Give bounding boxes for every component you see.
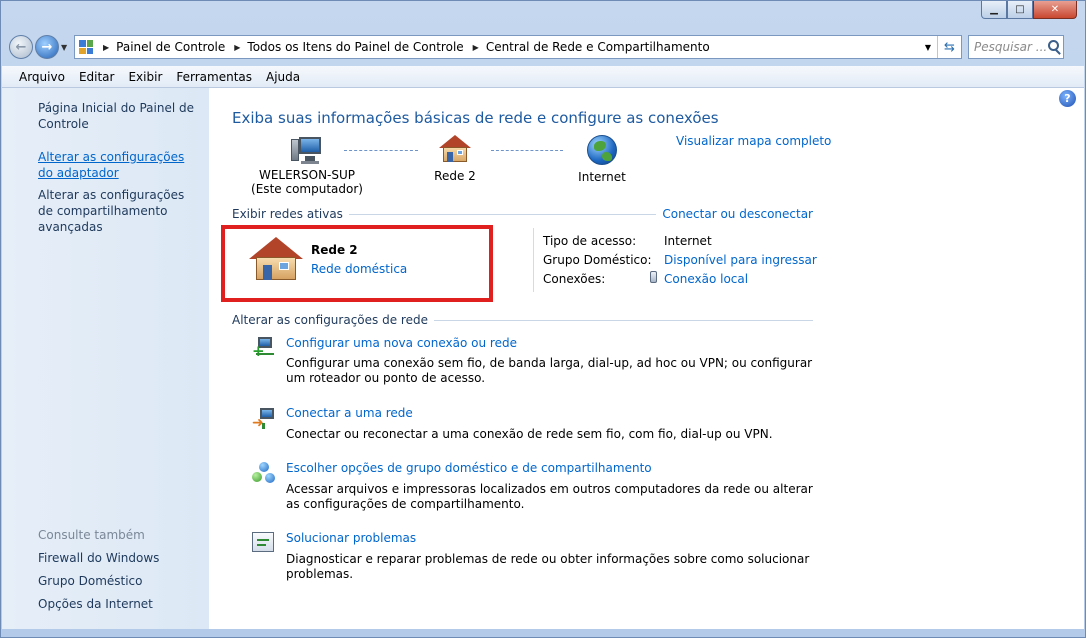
task-connect-network-link[interactable]: Conectar a uma rede (286, 406, 413, 420)
client-area: Página Inicial do Painel de Controle Alt… (2, 88, 1084, 629)
page-title: Exiba suas informações básicas de rede e… (232, 109, 719, 127)
node-computer: WELERSON-SUP (Este computador) (248, 135, 366, 196)
computer-icon (291, 135, 323, 165)
node-internet-name: Internet (578, 170, 626, 184)
node-network[interactable]: Rede 2 (420, 135, 490, 183)
task-homegroup-link[interactable]: Escolher opções de grupo doméstico e de … (286, 461, 652, 475)
network-connection-line (344, 150, 418, 151)
menu-exibir[interactable]: Exibir (121, 70, 169, 84)
address-bar[interactable]: ▶ Painel de Controle ▶ Todos os Itens do… (74, 35, 962, 59)
menu-ajuda[interactable]: Ajuda (259, 70, 307, 84)
see-also-heading: Consulte também (38, 528, 145, 542)
breadcrumb-network-center[interactable]: Central de Rede e Compartilhamento (486, 40, 710, 54)
refresh-icon[interactable]: ⇆ (937, 36, 961, 58)
task-new-connection-desc: Configurar uma conexão sem fio, de banda… (286, 356, 813, 385)
explorer-window: ▁ □ ✕ ← → ▼ ▶ Painel de Controle ▶ Todos… (0, 0, 1086, 638)
section-divider (433, 319, 813, 321)
search-placeholder: Pesquisar ... (974, 40, 1048, 54)
main-panel: Exiba suas informações básicas de rede e… (221, 88, 1082, 629)
home-network-icon (249, 237, 303, 281)
forward-button[interactable]: → (35, 35, 59, 59)
breadcrumb-control-panel[interactable]: Painel de Controle (116, 40, 225, 54)
local-connection-link[interactable]: Conexão local (664, 272, 748, 286)
access-type-value: Internet (664, 234, 712, 248)
back-button[interactable]: ← (9, 35, 33, 59)
home-network-icon (439, 135, 471, 163)
task-new-connection-link[interactable]: Configurar uma nova conexão ou rede (286, 336, 517, 350)
sidebar-link-sharing-settings[interactable]: Alterar as configurações de compartilham… (38, 187, 203, 235)
search-icon[interactable] (1048, 40, 1059, 51)
homegroup-link[interactable]: Disponível para ingressar (664, 253, 817, 267)
breadcrumb-separator-icon[interactable]: ▶ (234, 43, 240, 52)
homegroup-sharing-icon[interactable] (252, 462, 276, 484)
task-homegroup-desc: Acessar arquivos e impressoras localizad… (286, 482, 813, 511)
active-networks-label: Exibir redes ativas (232, 207, 343, 221)
new-connection-icon[interactable]: + (252, 336, 276, 359)
breadcrumb-all-items[interactable]: Todos os Itens do Painel de Controle (247, 40, 463, 54)
maximize-icon[interactable]: □ (1007, 1, 1033, 19)
view-full-map-link[interactable]: Visualizar mapa completo (676, 134, 831, 148)
vertical-divider (533, 228, 534, 292)
breadcrumb-separator-icon[interactable]: ▶ (103, 43, 109, 52)
node-internet[interactable]: Internet (566, 135, 638, 184)
menu-bar: Arquivo Editar Exibir Ferramentas Ajuda (2, 66, 1084, 88)
troubleshoot-icon[interactable] (252, 532, 274, 552)
node-computer-name: WELERSON-SUP (258, 168, 356, 182)
access-type-label: Tipo de acesso: (543, 234, 637, 248)
network-adapter-icon (650, 271, 657, 283)
section-divider (348, 213, 657, 215)
connect-disconnect-link[interactable]: Conectar ou desconectar (656, 207, 813, 221)
active-network-name: Rede 2 (311, 243, 358, 257)
minimize-icon[interactable]: ▁ (981, 1, 1007, 19)
sidebar: Página Inicial do Painel de Controle Alt… (2, 88, 209, 629)
homegroup-label: Grupo Doméstico: (543, 253, 652, 267)
navigation-bar: ← → ▼ ▶ Painel de Controle ▶ Todos os It… (9, 34, 1079, 60)
change-settings-label: Alterar as configurações de rede (232, 313, 428, 327)
caption-buttons: ▁ □ ✕ (981, 1, 1077, 19)
internet-connection-line (491, 150, 563, 151)
recent-pages-dropdown-icon[interactable]: ▼ (61, 43, 71, 52)
control-panel-icon (79, 40, 93, 54)
network-type-link[interactable]: Rede doméstica (311, 262, 407, 276)
task-connect-network-desc: Conectar ou reconectar a uma conexão de … (286, 427, 773, 441)
breadcrumb-separator-icon[interactable]: ▶ (473, 43, 479, 52)
sidebar-link-homegroup[interactable]: Grupo Doméstico (38, 573, 203, 589)
sidebar-link-internet-options[interactable]: Opções da Internet (38, 596, 203, 612)
active-networks-header: Exibir redes ativas Conectar ou desconec… (232, 207, 813, 221)
sidebar-link-adapter-settings[interactable]: Alterar as configurações do adaptador (38, 149, 203, 181)
search-input[interactable]: Pesquisar ... (968, 35, 1064, 59)
task-troubleshoot-link[interactable]: Solucionar problemas (286, 531, 416, 545)
sidebar-link-firewall[interactable]: Firewall do Windows (38, 550, 203, 566)
close-icon[interactable]: ✕ (1033, 1, 1077, 19)
menu-ferramentas[interactable]: Ferramentas (169, 70, 259, 84)
sidebar-link-control-panel-home[interactable]: Página Inicial do Painel de Controle (38, 100, 203, 132)
task-troubleshoot-desc: Diagnosticar e reparar problemas de rede… (286, 552, 810, 581)
node-network-name: Rede 2 (434, 169, 476, 183)
change-settings-header: Alterar as configurações de rede (232, 313, 813, 327)
connect-network-icon[interactable]: ➜ (252, 407, 276, 431)
connections-label: Conexões: (543, 272, 606, 286)
menu-arquivo[interactable]: Arquivo (12, 70, 72, 84)
menu-editar[interactable]: Editar (72, 70, 122, 84)
address-history-dropdown-icon[interactable]: ▼ (919, 43, 937, 52)
globe-icon (587, 135, 617, 165)
node-computer-sub: (Este computador) (251, 182, 363, 196)
